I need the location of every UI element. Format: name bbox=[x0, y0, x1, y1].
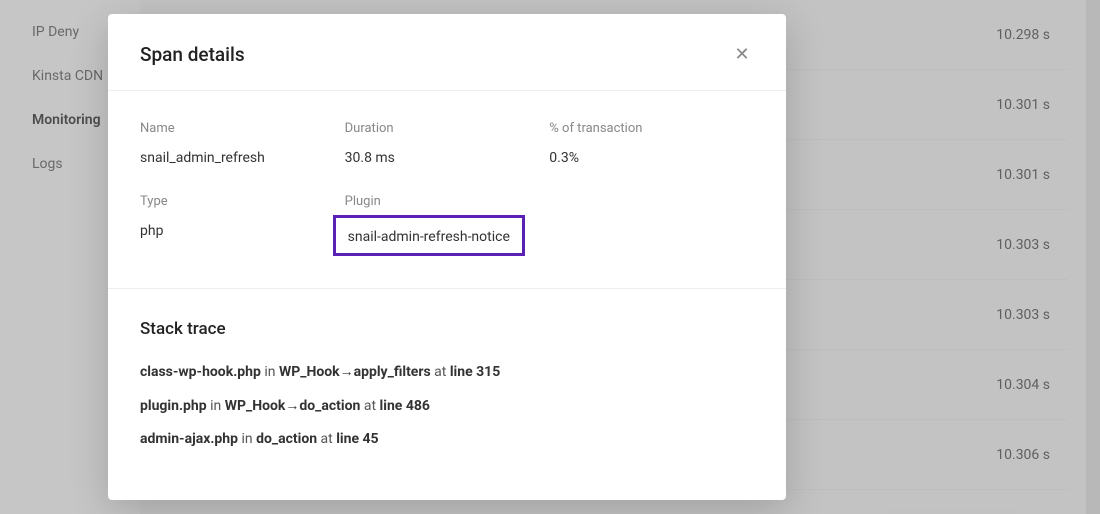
detail-type: Type php bbox=[140, 194, 345, 256]
stack-at: at bbox=[317, 431, 336, 447]
detail-duration: Duration 30.8 ms bbox=[345, 121, 550, 166]
detail-pct: % of transaction 0.3% bbox=[549, 121, 754, 166]
stack-file: plugin.php bbox=[140, 398, 207, 414]
stack-at: at bbox=[360, 398, 379, 414]
detail-label: Type bbox=[140, 194, 345, 209]
stack-loc: line 486 bbox=[380, 398, 430, 414]
detail-label: % of transaction bbox=[549, 121, 754, 136]
detail-label: Plugin bbox=[345, 194, 550, 209]
span-details-modal: Span details ✕ Name snail_admin_refresh … bbox=[108, 14, 786, 500]
detail-label: Name bbox=[140, 121, 345, 136]
modal-overlay[interactable]: Span details ✕ Name snail_admin_refresh … bbox=[0, 0, 1100, 514]
stack-file: admin-ajax.php bbox=[140, 431, 238, 447]
stack-file: class-wp-hook.php bbox=[140, 364, 261, 380]
detail-name: Name snail_admin_refresh bbox=[140, 121, 345, 166]
stack-line: class-wp-hook.php in WP_Hook→apply_filte… bbox=[140, 363, 754, 383]
stack-func: WP_Hook→apply_filters bbox=[279, 364, 431, 380]
stack-func: WP_Hook→do_action bbox=[225, 398, 361, 414]
modal-title: Span details bbox=[140, 43, 245, 66]
stack-in: in bbox=[207, 398, 225, 414]
stack-in: in bbox=[261, 364, 279, 380]
modal-body: Name snail_admin_refresh Duration 30.8 m… bbox=[108, 91, 786, 500]
modal-header: Span details ✕ bbox=[108, 14, 786, 91]
stack-loc: line 315 bbox=[450, 364, 500, 380]
stack-loc: line 45 bbox=[336, 431, 378, 447]
detail-plugin: Plugin snail-admin-refresh-notice bbox=[345, 194, 550, 256]
detail-value: 30.8 ms bbox=[345, 150, 550, 166]
close-icon: ✕ bbox=[734, 44, 749, 65]
close-button[interactable]: ✕ bbox=[730, 42, 754, 66]
stack-func: do_action bbox=[256, 431, 317, 447]
stack-trace-title: Stack trace bbox=[140, 319, 754, 339]
detail-value: php bbox=[140, 223, 345, 239]
detail-value: snail-admin-refresh-notice bbox=[348, 229, 510, 245]
stack-at: at bbox=[431, 364, 450, 380]
detail-value: snail_admin_refresh bbox=[140, 150, 345, 166]
detail-value: 0.3% bbox=[549, 150, 754, 166]
stack-line: admin-ajax.php in do_action at line 45 bbox=[140, 430, 754, 450]
plugin-highlight: snail-admin-refresh-notice bbox=[333, 215, 525, 256]
divider bbox=[108, 288, 786, 289]
detail-label: Duration bbox=[345, 121, 550, 136]
stack-line: plugin.php in WP_Hook→do_action at line … bbox=[140, 397, 754, 417]
details-grid: Name snail_admin_refresh Duration 30.8 m… bbox=[140, 121, 754, 284]
stack-in: in bbox=[238, 431, 256, 447]
